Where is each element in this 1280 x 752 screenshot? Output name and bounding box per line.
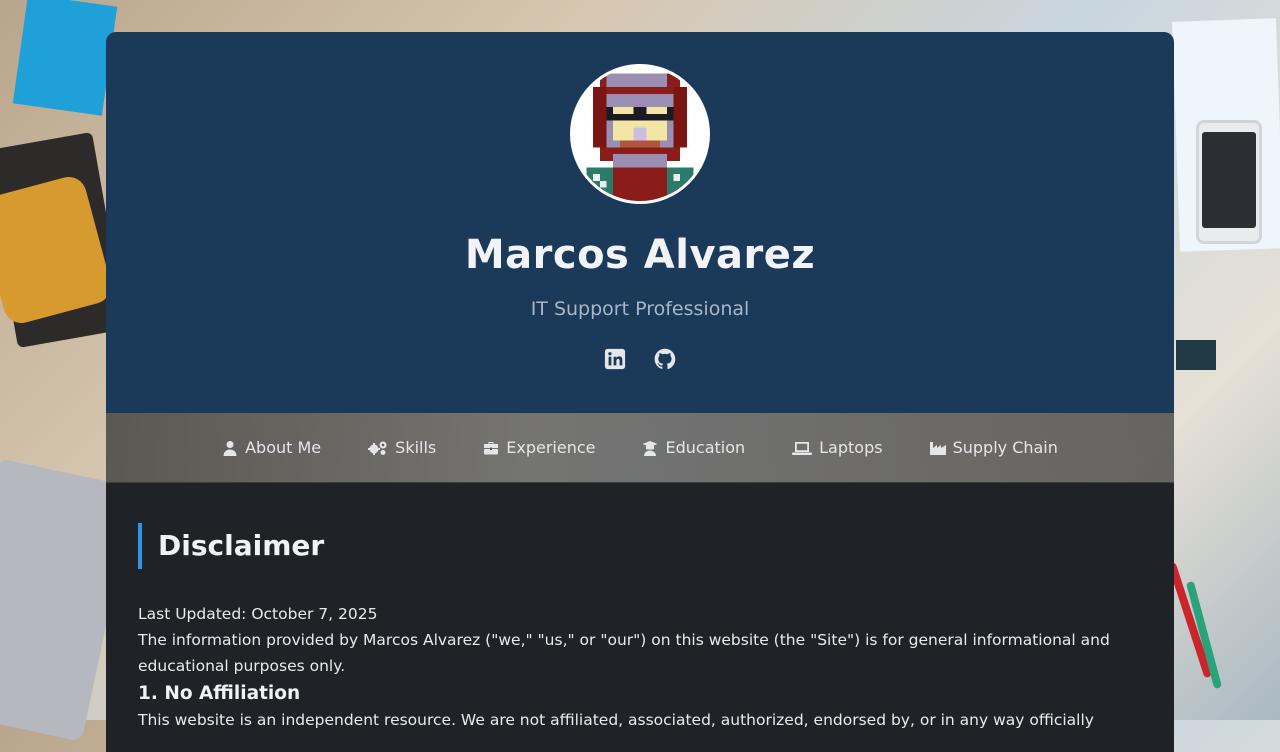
- subsection-text: This website is an independent resource.…: [138, 711, 1094, 729]
- nav-label: Skills: [395, 438, 437, 457]
- graduation-icon: [642, 440, 658, 456]
- github-link[interactable]: [654, 348, 676, 370]
- background-object: [1176, 340, 1216, 370]
- disclaimer-text: Last Updated: October 7, 2025 The inform…: [138, 601, 1138, 733]
- github-icon: [654, 348, 676, 370]
- profile-title: IT Support Professional: [530, 298, 750, 320]
- briefcase-icon: [484, 441, 499, 454]
- nav-label: Supply Chain: [952, 438, 1058, 457]
- nav-item-experience[interactable]: Experience: [483, 438, 595, 457]
- nav-item-skills[interactable]: Skills: [368, 438, 436, 457]
- disclaimer-intro: The information provided by Marcos Alvar…: [138, 631, 1110, 675]
- nav-item-about-me[interactable]: About Me: [222, 438, 321, 457]
- gears-icon: [368, 441, 387, 455]
- avatar-pixel-portrait: [573, 67, 707, 201]
- last-updated: Last Updated: October 7, 2025: [138, 605, 378, 623]
- main-navigation: About Me Skills Experience Education Lap…: [106, 413, 1174, 483]
- nav-item-laptops[interactable]: Laptops: [792, 438, 883, 457]
- nav-label: Laptops: [819, 438, 883, 457]
- industry-icon: [929, 441, 946, 455]
- user-icon: [223, 440, 237, 456]
- nav-label: Education: [665, 438, 746, 457]
- profile-header: Marcos Alvarez IT Support Professional: [106, 32, 1174, 413]
- background-pen: [1167, 561, 1213, 679]
- social-links: [106, 348, 1174, 370]
- linkedin-link[interactable]: [604, 348, 626, 370]
- background-blue-folder: [12, 0, 118, 116]
- background-phone-screen: [1202, 132, 1256, 228]
- subsection-heading: 1. No Affiliation: [138, 683, 301, 704]
- laptop-icon: [792, 441, 813, 455]
- nav-item-supply-chain[interactable]: Supply Chain: [929, 438, 1058, 457]
- avatar: [570, 64, 710, 204]
- linkedin-icon: [604, 348, 626, 370]
- disclaimer-section: Disclaimer Last Updated: October 7, 2025…: [106, 483, 1174, 752]
- nav-label: About Me: [245, 438, 322, 457]
- profile-name: Marcos Alvarez: [464, 232, 816, 278]
- section-heading: Disclaimer: [138, 523, 324, 569]
- nav-label: Experience: [506, 438, 596, 457]
- profile-card: Marcos Alvarez IT Support Professional A…: [106, 32, 1174, 752]
- nav-item-education[interactable]: Education: [642, 438, 745, 457]
